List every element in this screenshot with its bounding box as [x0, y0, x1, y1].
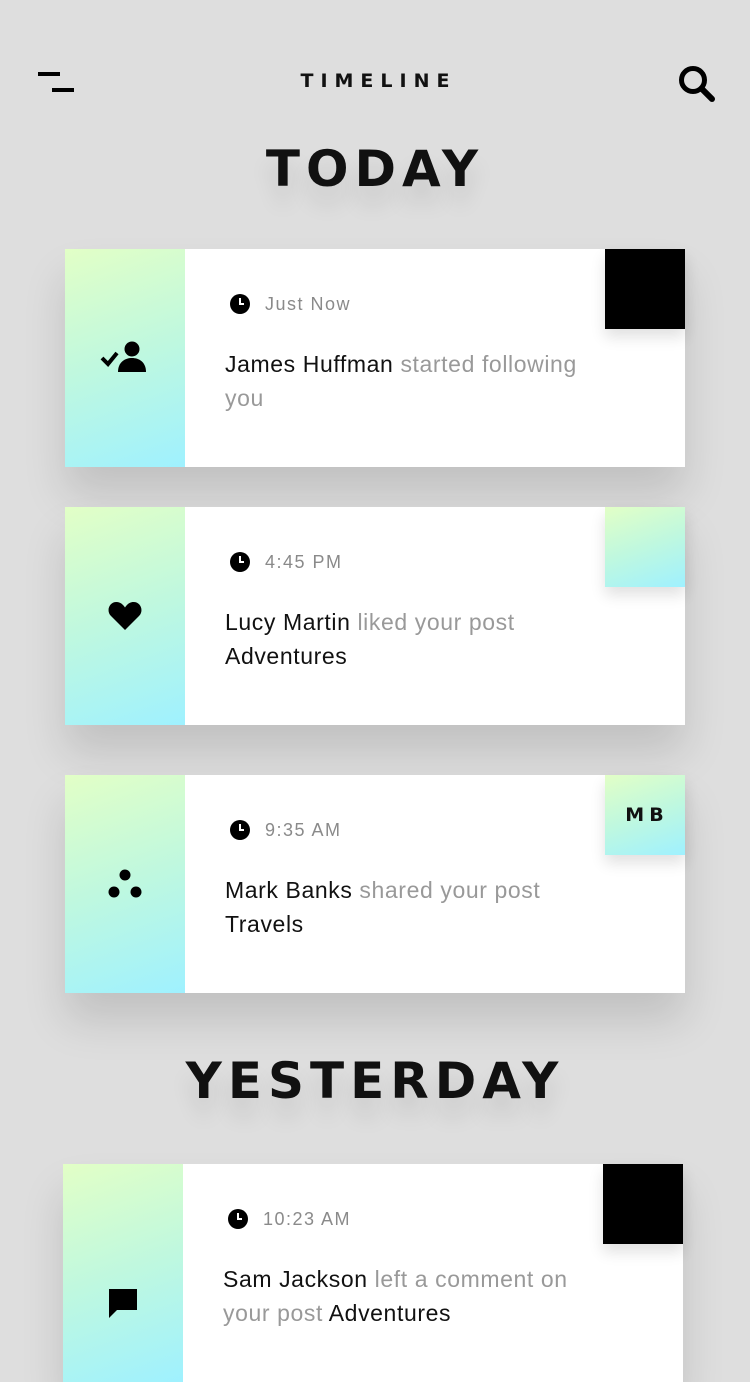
activity-message: Mark Banks shared your post Travels	[225, 873, 585, 941]
post-link[interactable]: Adventures	[329, 1300, 451, 1326]
corner-badge	[605, 249, 685, 329]
card-accent	[63, 1164, 183, 1382]
clock-icon	[230, 552, 250, 572]
timeline-card[interactable]: MB 9:35 AM Mark Banks shared your post T…	[65, 775, 685, 993]
action-text: shared your post	[352, 877, 541, 903]
actor-name[interactable]: Lucy Martin	[225, 609, 350, 635]
clock-icon	[230, 294, 250, 314]
top-bar: TIMELINE	[0, 0, 750, 150]
timeline-card[interactable]: 4:45 PM Lucy Martin liked your post Adve…	[65, 507, 685, 725]
avatar: MB	[605, 775, 685, 855]
search-icon[interactable]	[677, 64, 717, 104]
timestamp: 9:35 AM	[229, 818, 342, 842]
corner-badge	[605, 507, 685, 587]
time-text: 10:23 AM	[263, 1208, 352, 1229]
actor-name[interactable]: James Huffman	[225, 351, 393, 377]
time-text: Just Now	[265, 293, 352, 314]
card-accent	[65, 249, 185, 467]
heart-icon	[108, 602, 142, 630]
activity-message: Sam Jackson left a comment on your post …	[223, 1262, 583, 1330]
comment-icon	[109, 1289, 137, 1318]
corner-badge	[603, 1164, 683, 1244]
timeline-card[interactable]: 10:23 AM Sam Jackson left a comment on y…	[63, 1164, 683, 1382]
action-text: liked your post	[350, 609, 515, 635]
timestamp: Just Now	[229, 292, 351, 316]
clock-icon	[230, 820, 250, 840]
page-title: TIMELINE	[300, 70, 457, 92]
time-text: 9:35 AM	[265, 819, 342, 840]
time-text: 4:45 PM	[265, 551, 343, 572]
avatar-initials: MB	[625, 804, 669, 826]
timestamp: 10:23 AM	[227, 1207, 351, 1231]
activity-message: Lucy Martin liked your post Adventures	[225, 605, 585, 673]
card-accent	[65, 775, 185, 993]
share-icon	[108, 869, 142, 898]
user-check-icon	[100, 341, 146, 372]
timestamp: 4:45 PM	[229, 550, 343, 574]
clock-icon	[228, 1209, 248, 1229]
actor-name[interactable]: Mark Banks	[225, 877, 352, 903]
activity-message: James Huffman started following you	[225, 347, 585, 415]
timeline-card[interactable]: Just Now James Huffman started following…	[65, 249, 685, 467]
section-title-yesterday: YESTERDAY	[185, 1052, 565, 1110]
section-title-today: TODAY	[265, 140, 485, 198]
post-link[interactable]: Adventures	[225, 643, 347, 669]
actor-name[interactable]: Sam Jackson	[223, 1266, 368, 1292]
card-accent	[65, 507, 185, 725]
post-link[interactable]: Travels	[225, 911, 304, 937]
